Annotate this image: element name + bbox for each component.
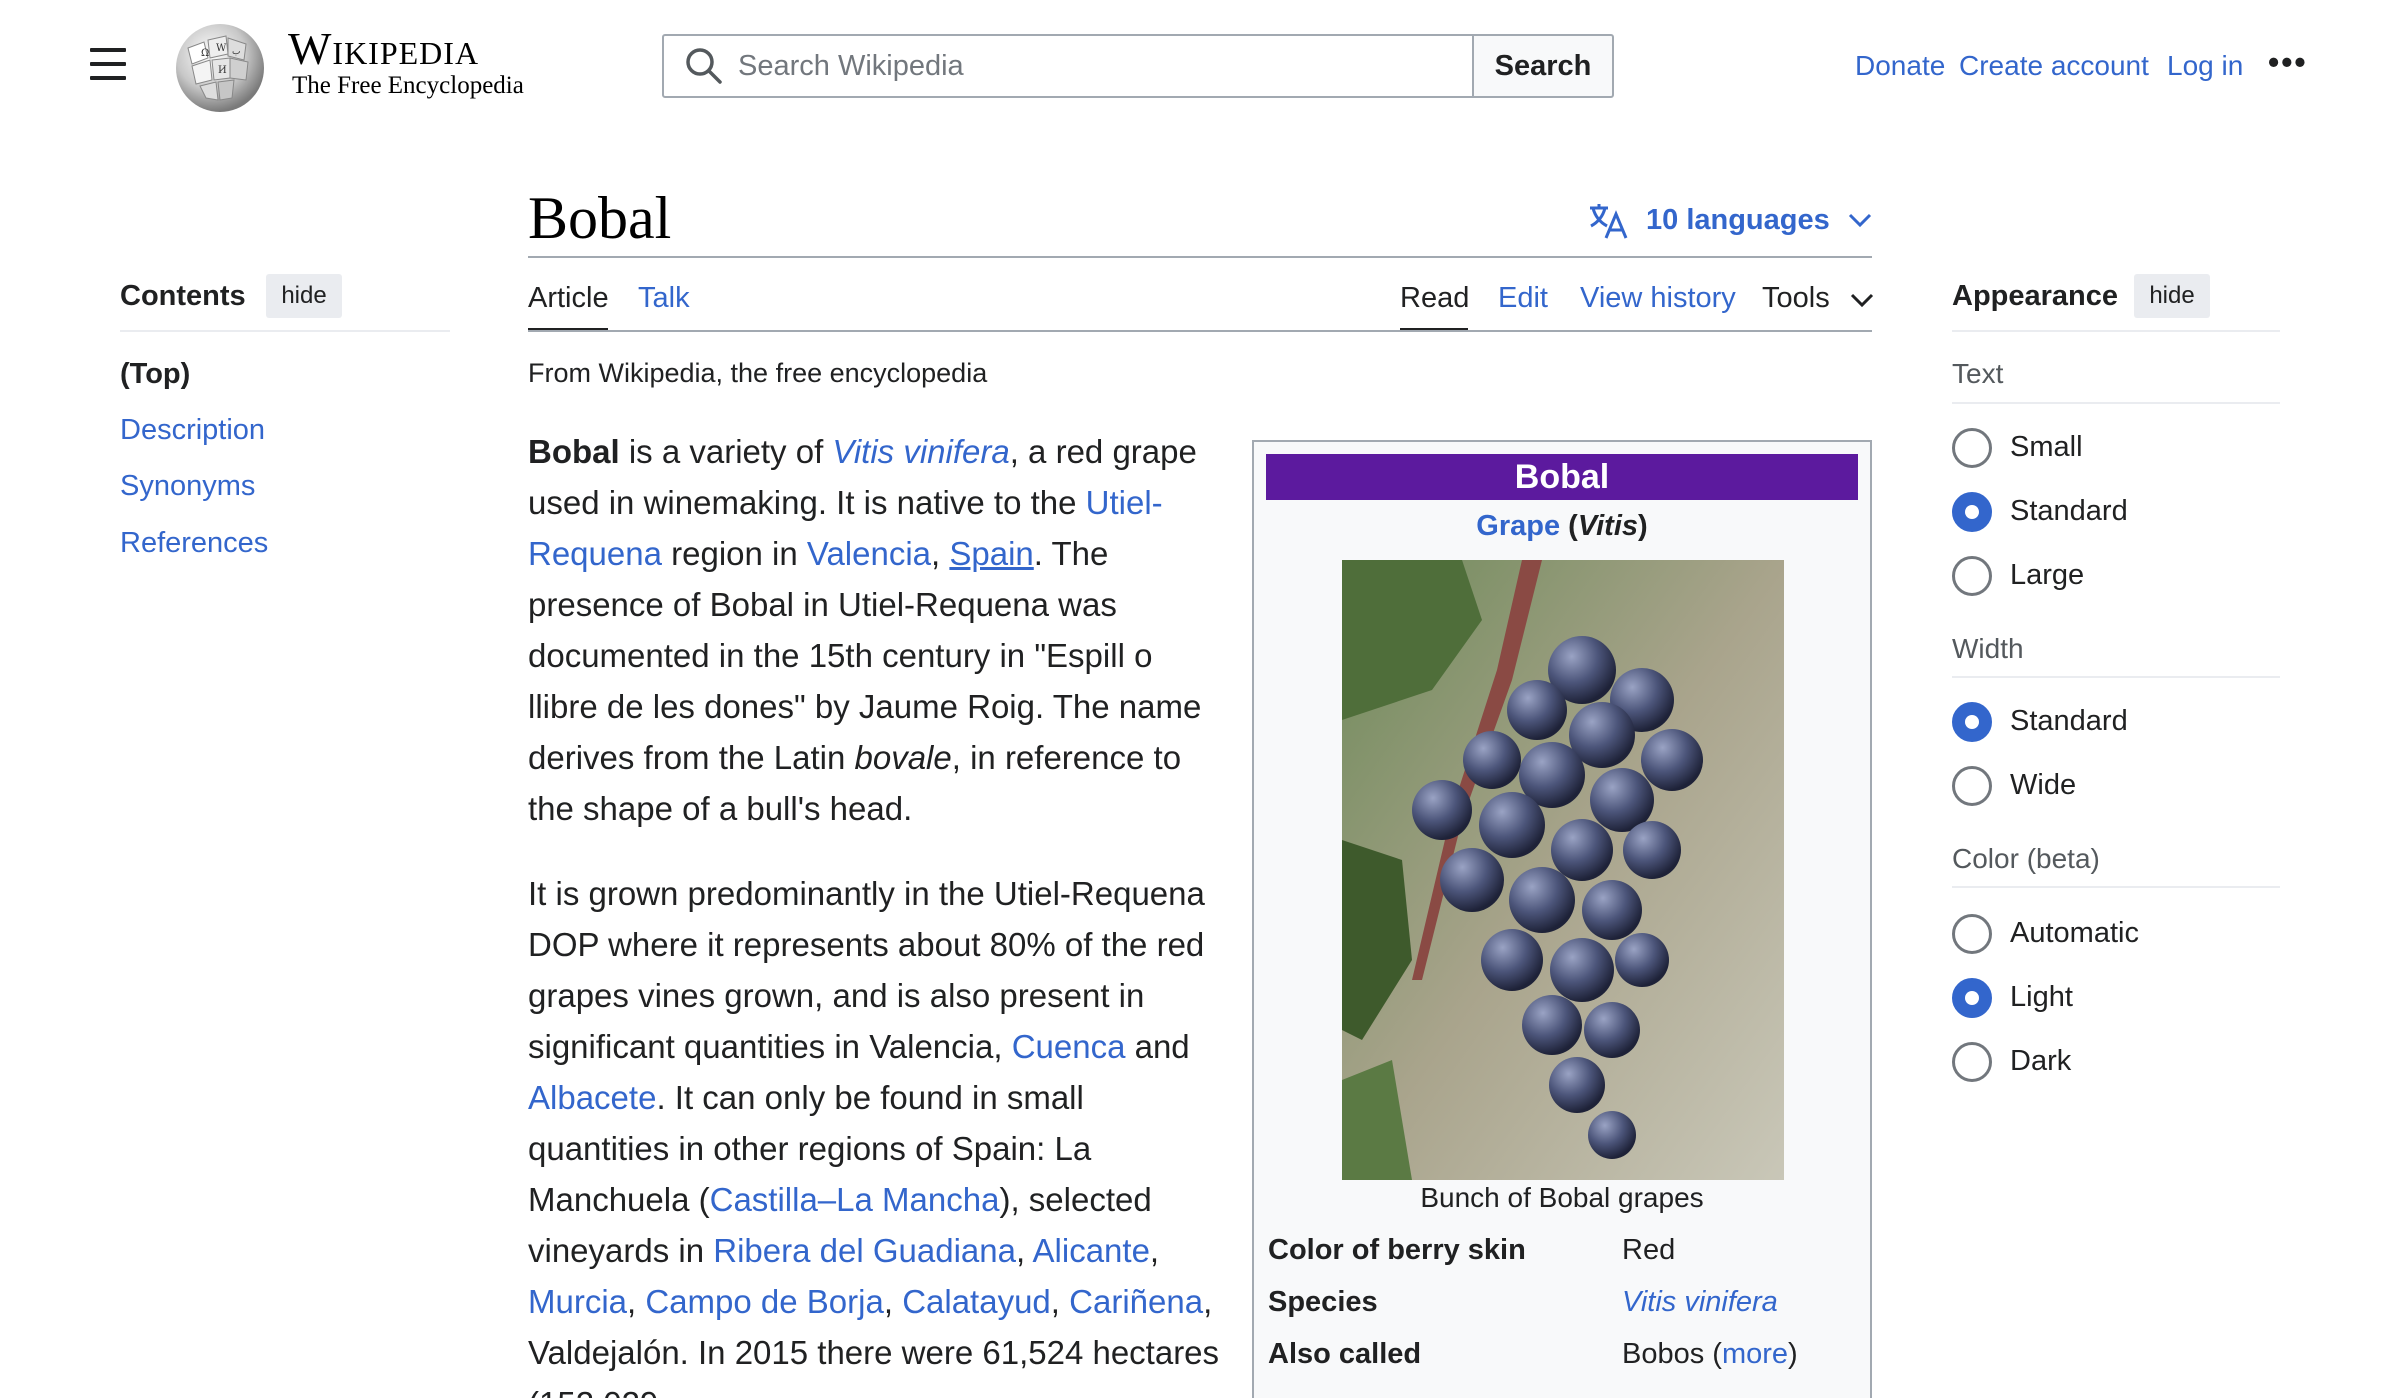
vitis-vinifera-link[interactable]: Vitis vinifera [832, 433, 1009, 470]
section-divider [1952, 402, 2280, 404]
radio-width-standard[interactable] [1952, 702, 1992, 742]
appearance-hide-button[interactable]: hide [2134, 274, 2210, 318]
svg-text:И: И [218, 65, 227, 76]
language-button[interactable]: 10 languages [1588, 200, 1872, 240]
more-options-icon[interactable]: ••• [2268, 44, 2308, 81]
infobox-subtitle: Grape (Vitis) [1476, 510, 1648, 542]
radio-label-small[interactable]: Small [2010, 431, 2083, 464]
section-divider [1952, 676, 2280, 678]
appearance-title: Appearance [1952, 280, 2119, 312]
donate-link[interactable]: Donate [1855, 50, 1945, 82]
text-size-heading: Text [1952, 358, 2004, 389]
radio-color-light[interactable] [1952, 978, 1992, 1018]
create-account-link[interactable]: Create account [1959, 50, 2149, 82]
language-count: 10 languages [1646, 203, 1830, 236]
more-synonyms-link[interactable]: more [1722, 1338, 1788, 1370]
chevron-down-icon [1848, 213, 1871, 228]
genus-name: Vitis [1577, 510, 1639, 542]
tab-talk[interactable]: Talk [638, 282, 690, 315]
toc-item-top[interactable]: (Top) [120, 358, 190, 391]
tab-tools[interactable]: Tools [1762, 282, 1830, 315]
alicante-link[interactable]: Alicante [1033, 1232, 1150, 1269]
color-heading: Color (beta) [1952, 843, 2100, 874]
infobox-label-species: Species [1268, 1286, 1378, 1318]
radio-text-standard[interactable] [1952, 492, 1992, 532]
toc-hide-button[interactable]: hide [266, 274, 342, 318]
toc-item-description[interactable]: Description [120, 414, 265, 447]
toc-divider [120, 330, 450, 332]
wikipedia-wordmark[interactable]: Wikipedia [288, 22, 479, 75]
campo-de-borja-link[interactable]: Campo de Borja [645, 1283, 883, 1320]
radio-label-light[interactable]: Light [2010, 981, 2073, 1014]
tab-edit[interactable]: Edit [1498, 282, 1548, 315]
search-input[interactable] [738, 49, 1438, 83]
site-subtitle: From Wikipedia, the free encyclopedia [528, 358, 988, 388]
radio-color-dark[interactable] [1952, 1042, 1992, 1082]
bobal-grapes-image[interactable] [1342, 560, 1784, 1180]
infobox-label-also-called: Also called [1268, 1338, 1422, 1370]
language-icon [1590, 204, 1628, 239]
albacete-link[interactable]: Albacete [528, 1079, 656, 1116]
title-divider [528, 256, 1872, 258]
page-title: Bobal [528, 185, 672, 251]
tabs-divider [528, 330, 1872, 332]
radio-text-small[interactable] [1952, 428, 1992, 468]
murcia-link[interactable]: Murcia [528, 1283, 627, 1320]
radio-label-dark[interactable]: Dark [2010, 1045, 2071, 1078]
infobox-value-berry-color: Red [1622, 1234, 1676, 1266]
infobox-label-berry-color: Color of berry skin [1268, 1234, 1526, 1266]
ribera-del-guadiana-link[interactable]: Ribera del Guadiana [713, 1232, 1016, 1269]
carinena-link[interactable]: Cariñena [1069, 1283, 1203, 1320]
grape-link[interactable]: Grape [1476, 510, 1560, 542]
article-paragraph-1: Bobal is a variety of Vitis vinifera, a … [528, 433, 1202, 827]
section-divider [1952, 886, 2280, 888]
toc-title: Contents [120, 280, 246, 312]
infobox-title: Bobal [1266, 454, 1858, 500]
tab-read[interactable]: Read [1400, 282, 1469, 315]
radio-label-wide[interactable]: Wide [2010, 769, 2076, 802]
also-called-text: Bobos [1622, 1338, 1705, 1370]
radio-label-automatic[interactable]: Automatic [2010, 917, 2139, 950]
chevron-down-icon[interactable] [1850, 292, 1874, 308]
search-icon [686, 48, 722, 84]
tab-article[interactable]: Article [528, 282, 609, 315]
login-link[interactable]: Log in [2167, 50, 2243, 82]
spain-link[interactable]: Spain [949, 535, 1033, 572]
search-button[interactable]: Search [1472, 34, 1614, 98]
appearance-divider [1952, 330, 2280, 332]
cuenca-link[interactable]: Cuenca [1012, 1028, 1126, 1065]
toc-item-references[interactable]: References [120, 527, 268, 560]
infobox-image-caption: Bunch of Bobal grapes [1420, 1182, 1704, 1213]
main-menu-button[interactable] [82, 48, 134, 88]
width-heading: Width [1952, 633, 2024, 664]
article-paragraph-2: It is grown predominantly in the Utiel-R… [528, 875, 1220, 1398]
wikipedia-globe-logo[interactable]: Ω W ب И [168, 18, 272, 114]
radio-text-large[interactable] [1952, 556, 1992, 596]
search-field[interactable] [662, 34, 1474, 98]
calatayud-link[interactable]: Calatayud [902, 1283, 1051, 1320]
infobox-value-species[interactable]: Vitis vinifera [1622, 1286, 1778, 1319]
toc-item-synonyms[interactable]: Synonyms [120, 470, 255, 503]
svg-text:W: W [216, 43, 227, 54]
radio-width-wide[interactable] [1952, 766, 1992, 806]
infobox-value-also-called: Bobos (more) [1622, 1338, 1798, 1370]
tab-view-history[interactable]: View history [1580, 282, 1736, 315]
radio-label-standard[interactable]: Standard [2010, 495, 2128, 528]
radio-label-large[interactable]: Large [2010, 559, 2084, 592]
castilla-la-mancha-link[interactable]: Castilla–La Mancha [710, 1181, 1000, 1218]
svg-text:ب: ب [232, 47, 240, 57]
radio-color-automatic[interactable] [1952, 914, 1992, 954]
radio-label-width-standard[interactable]: Standard [2010, 705, 2128, 738]
wikipedia-tagline: The Free Encyclopedia [292, 72, 524, 99]
svg-text:Ω: Ω [201, 48, 209, 59]
valencia-link[interactable]: Valencia [807, 535, 931, 572]
